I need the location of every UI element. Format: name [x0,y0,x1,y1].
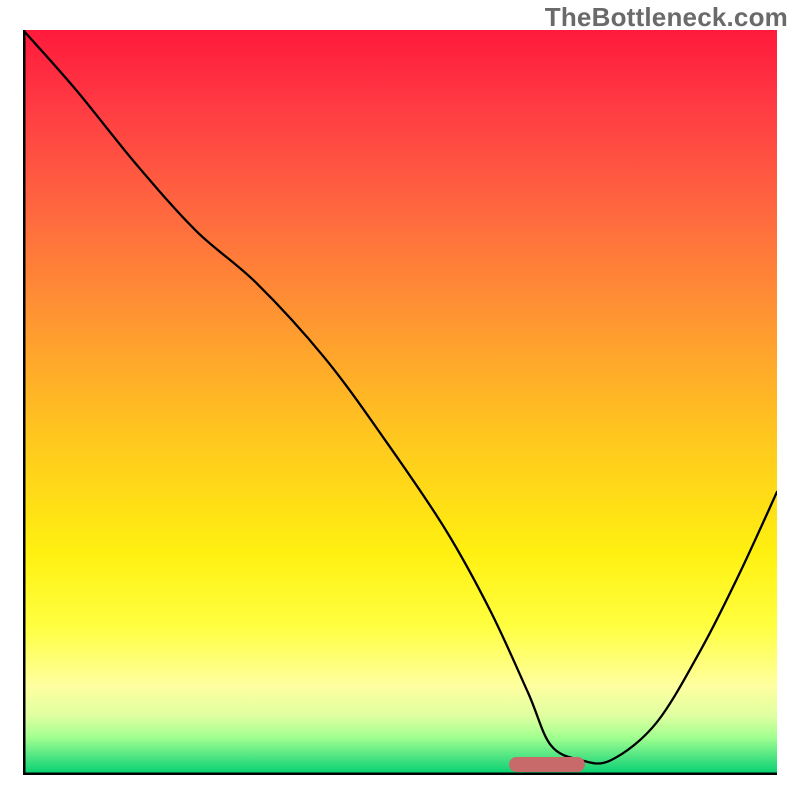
optimal-range-marker [509,757,584,772]
chart-frame: TheBottleneck.com [0,0,800,800]
watermark-text: TheBottleneck.com [545,2,788,33]
plot-area [23,30,777,775]
gradient-background [23,30,777,775]
